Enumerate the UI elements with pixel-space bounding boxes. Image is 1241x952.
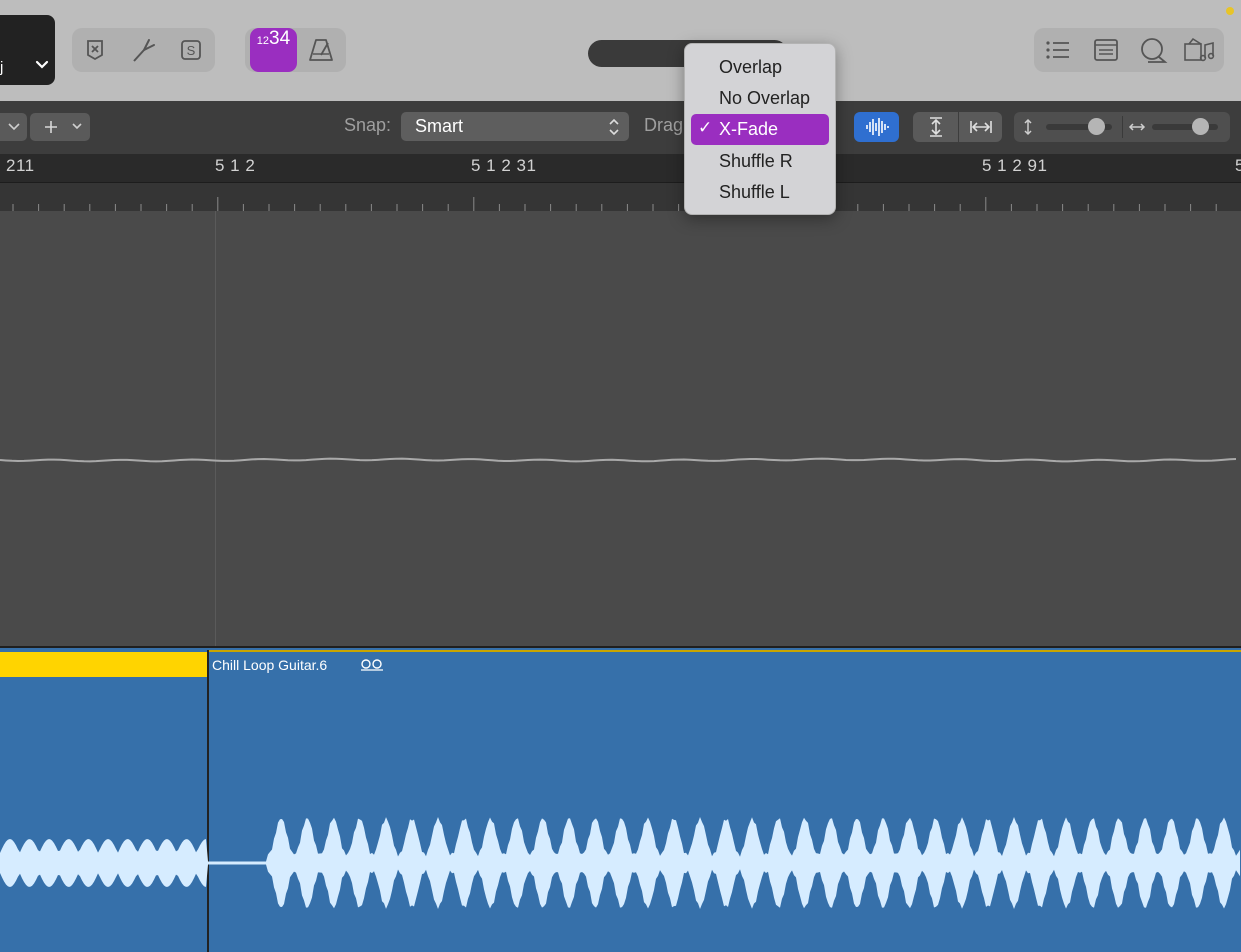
checkmark-icon: ✓ [698,118,713,137]
menu-item-x-fade[interactable]: ✓ X-Fade [691,114,829,145]
bar-line [215,211,216,646]
count-in-big: 34 [269,28,291,49]
ruler-ticks [0,183,1241,211]
menu-item-label: No Overlap [719,88,811,108]
list-editors-icon[interactable] [1044,37,1072,63]
horizontal-fit-icon [969,121,992,133]
selected-region-header[interactable] [0,652,207,677]
track-area[interactable] [0,211,1241,646]
vertical-zoom-knob[interactable] [1088,118,1105,135]
waveform-icon [865,118,889,136]
vertical-fit-icon [929,117,942,137]
region-waveform [0,817,1240,909]
media-browser-icon[interactable] [1182,36,1216,64]
divider [1122,116,1123,138]
region-top-edge [209,650,1241,652]
updown-chevron-icon [609,118,619,136]
notepad-icon[interactable] [1092,37,1120,63]
pointer-tool-icon [45,121,82,133]
audio-editor[interactable]: Chill Loop Guitar.6 [0,646,1241,952]
menu-item-label: Shuffle L [719,182,790,202]
view-buttons-group [1034,28,1224,72]
horizontal-zoom-knob[interactable] [1192,118,1209,135]
drag-label: Drag [644,115,684,135]
ruler-tick-marks [12,197,1217,211]
tool-menu-button[interactable] [30,113,90,141]
snap-select[interactable]: Smart [401,112,629,141]
track-waveform [0,457,1237,463]
menu-item-label: Shuffle R [719,151,793,171]
waveform-zoom-button[interactable] [854,112,899,142]
drag-mode-menu: Overlap No Overlap ✓ X-Fade Shuffle R Sh… [684,43,836,215]
chevron-down-icon[interactable] [32,53,52,77]
vertical-zoom-icon [1024,118,1032,136]
snap-value: Smart [415,116,464,136]
horizontal-autozoom-button[interactable] [959,112,1002,142]
ruler-label: 5 [1235,156,1241,175]
tuner-icon[interactable] [130,36,158,64]
status-dot [1226,7,1234,15]
tracks-toolbar: Snap: Smart Drag [0,101,1241,154]
region-name: Chill Loop Guitar.6 [212,657,328,673]
ruler-label: 5 1 2 [215,156,256,175]
lcd-text: j [0,59,4,76]
horizontal-zoom-icon [1128,123,1146,131]
menu-item-shuffle-l[interactable]: Shuffle L [691,177,829,208]
ruler-label: 211 [6,156,35,175]
solo-icon[interactable]: S [178,37,204,63]
metronome-icon[interactable] [307,36,335,64]
count-in-button[interactable]: 12 34 [250,28,297,72]
ruler-label: 5 1 2 31 [471,156,537,175]
ruler-label: 5 1 2 91 [982,156,1048,175]
menu-item-label: X-Fade [719,119,779,139]
control-bar: j S 12 34 [0,0,1241,101]
ruler-labels: 211 5 1 2 5 1 2 31 5 1 2 91 5 [0,154,1241,183]
count-in-small: 12 [256,35,270,47]
bar-ruler[interactable]: 211 5 1 2 5 1 2 31 5 1 2 91 5 [0,154,1241,211]
svg-text:S: S [187,43,196,58]
lcd-display[interactable]: j [0,15,55,85]
chevron-down-icon [7,123,20,131]
snap-label: Snap: [344,115,392,135]
menu-item-label: Overlap [719,57,783,77]
loop-icon [361,659,383,671]
zoom-sliders [1014,112,1230,142]
replace-icon[interactable] [82,37,108,63]
menu-item-overlap[interactable]: Overlap [691,52,829,83]
mode-buttons-group: S [72,28,215,72]
edit-menu-button[interactable] [0,113,27,141]
menu-item-shuffle-r[interactable]: Shuffle R [691,146,829,177]
loop-browser-icon[interactable] [1138,36,1168,64]
menu-item-no-overlap[interactable]: No Overlap [691,83,829,114]
vertical-autozoom-button[interactable] [913,112,958,142]
